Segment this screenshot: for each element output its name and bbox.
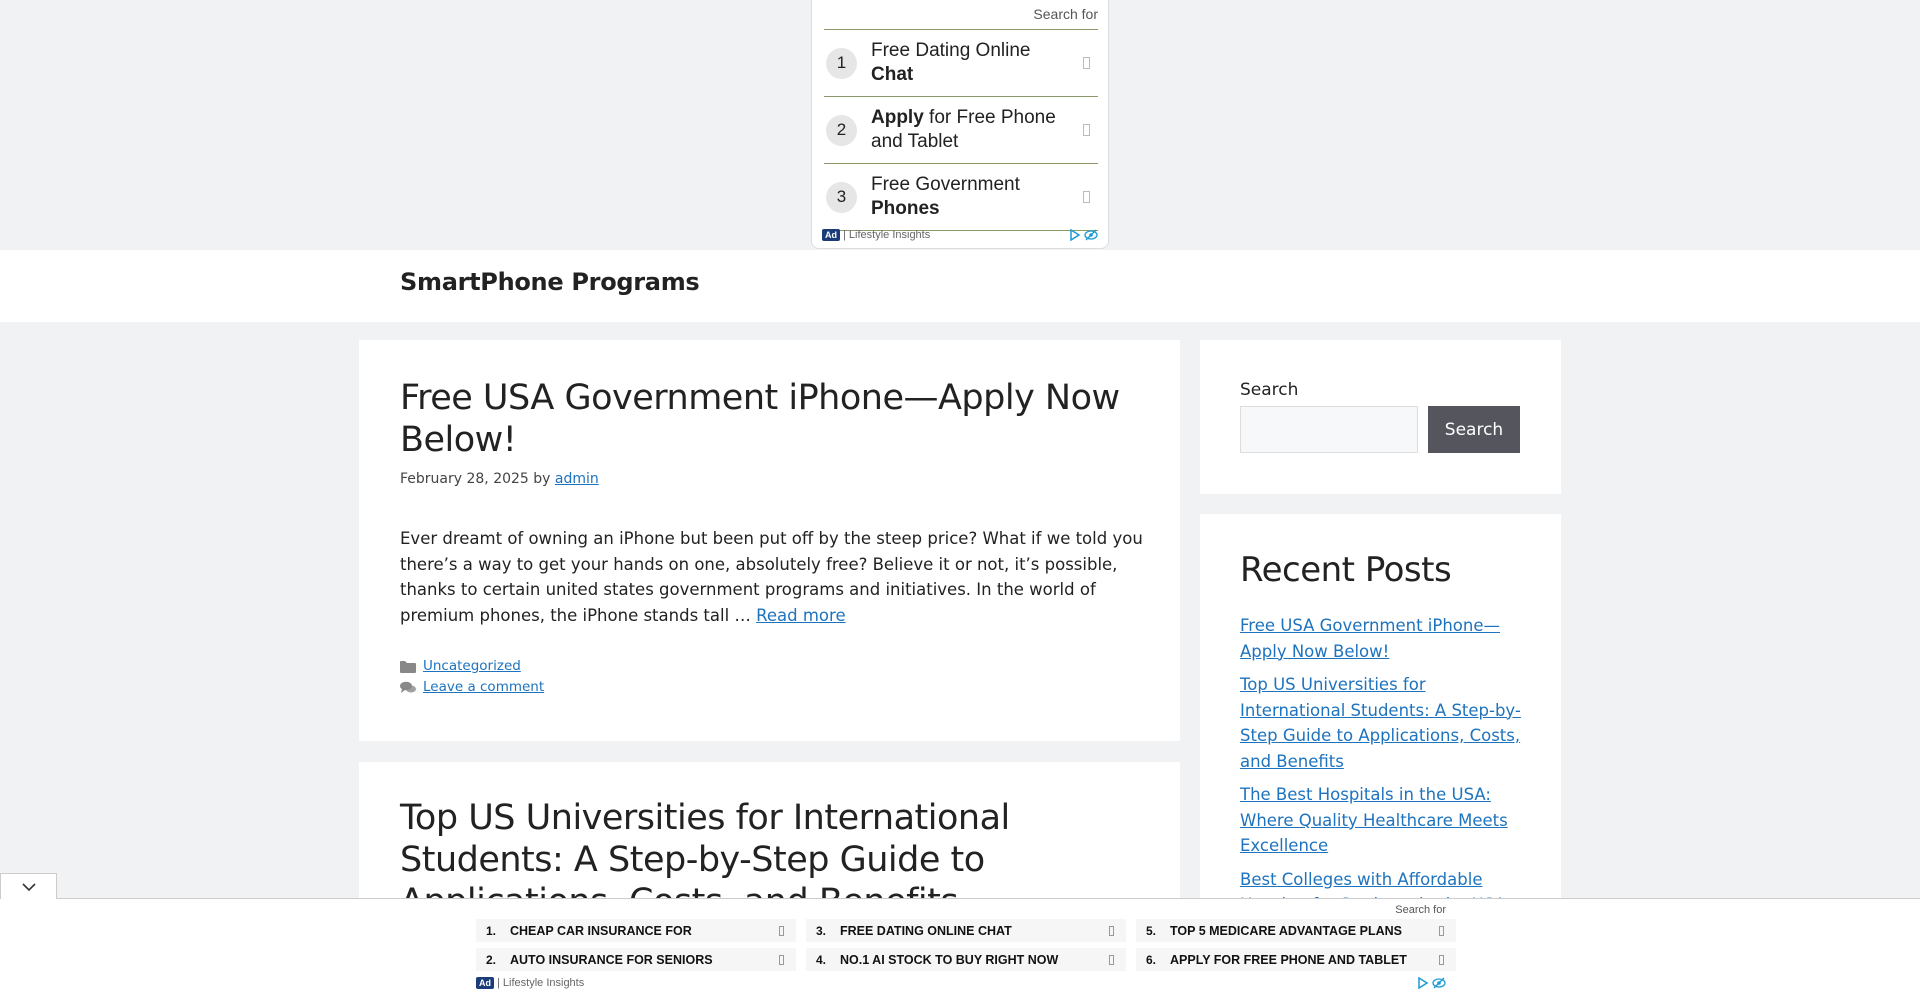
search-widget: Search Search — [1200, 340, 1561, 494]
ad-item[interactable]: 5. TOP 5 MEDICARE ADVANTAGE PLANS — [1136, 919, 1456, 942]
ad-provider: | Lifestyle Insights — [497, 977, 585, 989]
ad-item-number: 2. — [486, 952, 497, 967]
ad-item[interactable]: 2. AUTO INSURANCE FOR SENIORS — [476, 948, 796, 971]
comments-icon — [400, 681, 416, 694]
ad-item[interactable]: 6. APPLY FOR FREE PHONE AND TABLET — [1136, 948, 1456, 971]
read-more-link[interactable]: Read more — [756, 606, 845, 625]
post-title[interactable]: Free USA Government iPhone—Apply Now Bel… — [400, 377, 1160, 461]
chevron-right-icon — [1439, 954, 1444, 965]
chevron-right-icon — [779, 925, 784, 936]
ad-footer: Ad | Lifestyle Insights — [476, 976, 1446, 990]
list-item: Free USA Government iPhone—Apply Now Bel… — [1240, 613, 1530, 664]
ad-item-number: 5. — [1146, 923, 1157, 938]
chevron-right-icon — [1109, 925, 1114, 936]
search-button[interactable]: Search — [1428, 406, 1520, 453]
chevron-right-icon — [1439, 925, 1444, 936]
category-link[interactable]: Uncategorized — [423, 658, 521, 674]
ad-item-text: NO.1 AI STOCK TO BUY RIGHT NOW — [840, 952, 1059, 967]
author-link[interactable]: admin — [555, 471, 599, 487]
ad-item-text: Free Dating Online Chat — [871, 40, 1031, 85]
chevron-right-icon — [779, 954, 784, 965]
collapse-ad-button[interactable] — [0, 873, 57, 899]
ad-item-number: 1. — [486, 923, 497, 938]
ad-item[interactable]: 3 Free Government Phones — [824, 164, 1098, 231]
chevron-down-icon — [21, 877, 37, 896]
chevron-right-icon — [1083, 57, 1090, 69]
ad-badge: Ad — [476, 977, 494, 989]
ad-item[interactable]: 4. NO.1 AI STOCK TO BUY RIGHT NOW — [806, 948, 1126, 971]
ad-item-number: 1 — [826, 47, 857, 79]
ad-item-number: 3. — [816, 923, 827, 938]
search-label: Search — [1240, 380, 1299, 400]
ad-item-number: 3 — [826, 181, 857, 213]
list-item: Top US Universities for International St… — [1240, 672, 1530, 774]
post-comments: Leave a comment — [400, 679, 544, 695]
ad-search-for-label: Search for — [1395, 904, 1446, 916]
recent-post-link[interactable]: The Best Hospitals in the USA: Where Qua… — [1240, 785, 1508, 855]
ad-item-text: Apply for Free Phone and Tablet — [871, 107, 1056, 152]
recent-posts-list: Free USA Government iPhone—Apply Now Bel… — [1240, 613, 1530, 926]
ad-item-text: AUTO INSURANCE FOR SENIORS — [510, 952, 713, 967]
ad-item[interactable]: 3. FREE DATING ONLINE CHAT — [806, 919, 1126, 942]
top-ad-unit: Search for 1 Free Dating Online Chat 2 A… — [811, 0, 1109, 249]
ad-item-text: FREE DATING ONLINE CHAT — [840, 923, 1012, 938]
ad-item-number: 6. — [1146, 952, 1157, 967]
ad-item-number: 4. — [816, 952, 827, 967]
recent-post-link[interactable]: Free USA Government iPhone—Apply Now Bel… — [1240, 616, 1500, 661]
folder-icon — [400, 660, 416, 673]
post-date: February 28, 2025 — [400, 471, 529, 487]
ad-grid: 1. CHEAP CAR INSURANCE FOR 3. FREE DATING … — [476, 919, 1456, 971]
chevron-right-icon — [1083, 124, 1090, 136]
chevron-right-icon — [1083, 191, 1090, 203]
site-title[interactable]: SmartPhone Programs — [400, 268, 700, 296]
ad-item-text: Free Government Phones — [871, 174, 1020, 219]
ad-item-number: 2 — [826, 114, 857, 146]
ad-item[interactable]: 1 Free Dating Online Chat — [824, 30, 1098, 97]
recent-post-link[interactable]: Top US Universities for International St… — [1240, 675, 1521, 771]
ad-item[interactable]: 1. CHEAP CAR INSURANCE FOR — [476, 919, 796, 942]
site-header: SmartPhone Programs — [0, 250, 1920, 322]
post-excerpt: Ever dreamt of owning an iPhone but been… — [400, 529, 1143, 625]
ad-item[interactable]: 2 Apply for Free Phone and Tablet — [824, 97, 1098, 164]
bottom-ad-unit: Search for 1. CHEAP CAR INSURANCE FOR 3. F… — [476, 899, 1456, 993]
ad-item-text: APPLY FOR FREE PHONE AND TABLET — [1170, 952, 1407, 967]
post-card: Free USA Government iPhone—Apply Now Bel… — [359, 340, 1180, 741]
leave-comment-link[interactable]: Leave a comment — [423, 679, 544, 695]
ad-footer: Ad | Lifestyle Insights — [822, 227, 1098, 243]
ad-badge: Ad — [822, 229, 840, 241]
bottom-ad-bar: Search for 1. CHEAP CAR INSURANCE FOR 3. F… — [0, 899, 1920, 993]
ad-items: 1 Free Dating Online Chat 2 Apply for Fr… — [824, 29, 1098, 231]
adchoices-icon[interactable] — [1069, 229, 1098, 241]
chevron-right-icon — [1109, 954, 1114, 965]
ad-provider: | Lifestyle Insights — [843, 229, 931, 241]
post-meta: February 28, 2025 by admin — [400, 471, 599, 487]
post-category: Uncategorized — [400, 658, 521, 674]
adchoices-icon[interactable] — [1417, 977, 1446, 989]
search-input[interactable] — [1240, 406, 1418, 453]
ad-item-text: CHEAP CAR INSURANCE FOR — [510, 923, 692, 938]
recent-posts-title: Recent Posts — [1240, 550, 1452, 590]
ad-search-for-label: Search for — [1033, 6, 1098, 22]
list-item: The Best Hospitals in the USA: Where Qua… — [1240, 782, 1530, 859]
ad-item-text: TOP 5 MEDICARE ADVANTAGE PLANS — [1170, 923, 1402, 938]
